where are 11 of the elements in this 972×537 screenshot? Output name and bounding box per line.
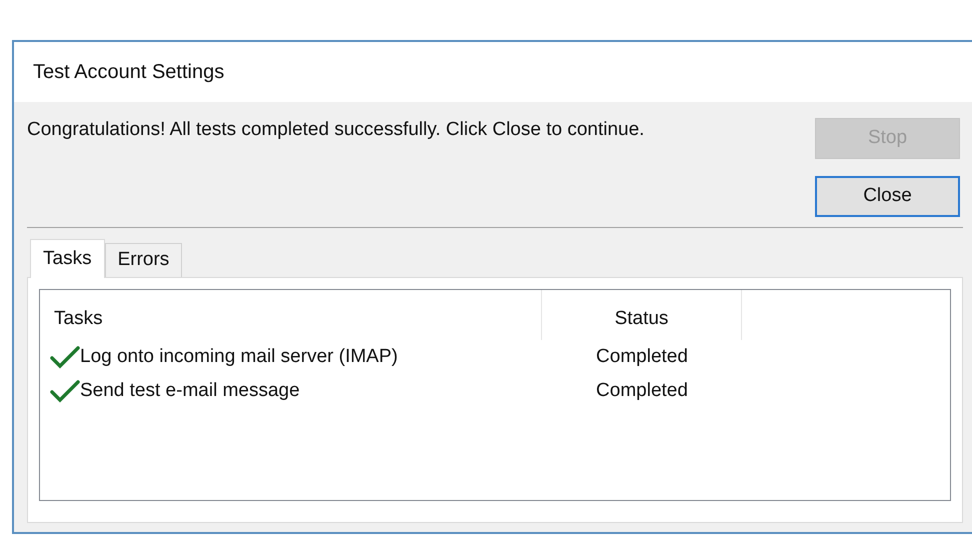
dialog-button[interactable]: Close <box>815 176 960 217</box>
table-cell-text: Log onto incoming mail server (IMAP) <box>80 344 398 369</box>
tab[interactable]: Errors <box>104 243 182 277</box>
table-cell-text: Completed <box>595 378 689 403</box>
window-title: Test Account Settings <box>33 60 224 85</box>
table-cell-text: Completed <box>595 344 689 369</box>
column-header: Status <box>542 290 742 340</box>
column-header: Tasks <box>40 290 542 340</box>
tab[interactable]: Tasks <box>30 239 105 278</box>
table-cell-text: Send test e-mail message <box>80 378 300 403</box>
status-message: Congratulations! All tests completed successfully. Click Close to continue. <box>27 118 646 142</box>
